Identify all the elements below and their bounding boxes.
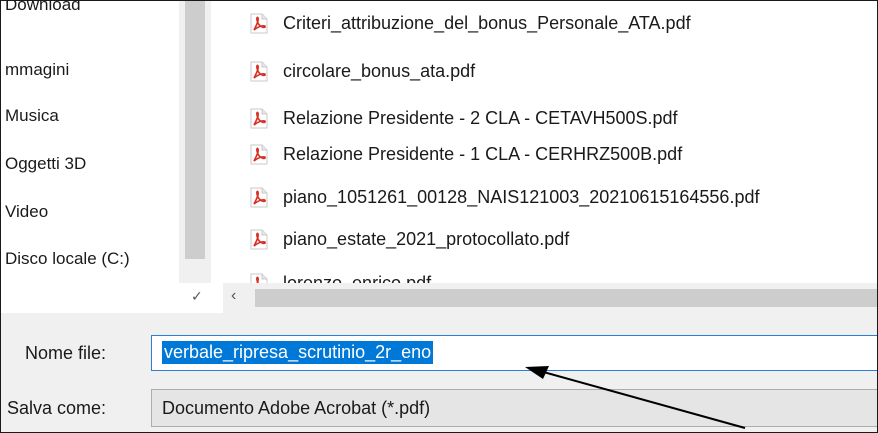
nav-scroll-thumb[interactable] <box>185 1 205 259</box>
list-item[interactable]: piano_estate_2021_protocollato.pdf <box>247 223 569 255</box>
saveas-type-value: Documento Adobe Acrobat (*.pdf) <box>162 398 431 418</box>
saveas-type-select[interactable]: Documento Adobe Acrobat (*.pdf) <box>151 389 877 427</box>
file-name: Relazione Presidente - 1 CLA - CERHRZ500… <box>283 143 683 164</box>
nav-vertical-scrollbar[interactable] <box>179 1 211 283</box>
pdf-file-icon <box>247 142 271 166</box>
filename-label: Nome file: <box>25 343 107 363</box>
nav-item-musica[interactable]: Musica <box>5 106 59 126</box>
list-item[interactable]: Criteri_attribuzione_del_bonus_Personale… <box>247 7 691 39</box>
pdf-file-icon <box>247 59 271 83</box>
pdf-file-icon <box>247 227 271 251</box>
nav-item-video[interactable]: Video <box>5 202 48 222</box>
file-name: circolare_bonus_ata.pdf <box>283 60 476 81</box>
save-dialog: Download mmagini Musica Oggetti 3D Video… <box>0 0 878 433</box>
file-name: lorenzo_enrico.pdf <box>283 272 432 284</box>
file-name: Relazione Presidente - 2 CLA - CETAVH500… <box>283 107 678 128</box>
nav-item-immagini[interactable]: mmagini <box>5 60 69 80</box>
list-item[interactable]: Relazione Presidente - 2 CLA - CETAVH500… <box>247 102 678 134</box>
nav-item-disco-locale[interactable]: Disco locale (C:) <box>5 249 130 269</box>
pdf-file-icon <box>247 11 271 35</box>
list-item[interactable]: Relazione Presidente - 1 CLA - CERHRZ500… <box>247 138 682 170</box>
navigation-pane: Download mmagini Musica Oggetti 3D Video… <box>1 1 179 283</box>
horizontal-scroll-thumb[interactable] <box>255 289 877 307</box>
file-name: piano_1051261_00128_NAIS121003_202106151… <box>283 186 760 207</box>
pdf-file-icon <box>247 106 271 130</box>
file-name: piano_estate_2021_protocollato.pdf <box>283 228 570 249</box>
list-item[interactable]: piano_1051261_00128_NAIS121003_202106151… <box>247 181 759 213</box>
saveas-label: Salva come: <box>7 398 107 418</box>
chevron-down-icon[interactable]: ✓ <box>191 288 203 305</box>
pdf-file-icon <box>247 271 271 283</box>
save-options-panel: Nome file: verbale_ripresa_scrutinio_2r_… <box>1 313 877 432</box>
pdf-file-icon <box>247 185 271 209</box>
filename-input[interactable]: verbale_ripresa_scrutinio_2r_eno <box>151 335 877 371</box>
file-list-horizontal-scrollbar[interactable]: ‹ <box>223 283 877 313</box>
list-item[interactable]: lorenzo_enrico.pdf <box>247 267 431 283</box>
nav-item-download[interactable]: Download <box>5 1 81 15</box>
file-name: Criteri_attribuzione_del_bonus_Personale… <box>283 12 691 33</box>
chevron-left-icon[interactable]: ‹ <box>231 287 236 305</box>
list-item[interactable]: circolare_bonus_ata.pdf <box>247 55 475 87</box>
file-list: Criteri_attribuzione_del_bonus_Personale… <box>211 1 877 283</box>
filename-selected-text[interactable]: verbale_ripresa_scrutinio_2r_eno <box>162 341 434 364</box>
nav-bottom-area <box>1 283 211 313</box>
nav-item-oggetti-3d[interactable]: Oggetti 3D <box>5 154 86 174</box>
